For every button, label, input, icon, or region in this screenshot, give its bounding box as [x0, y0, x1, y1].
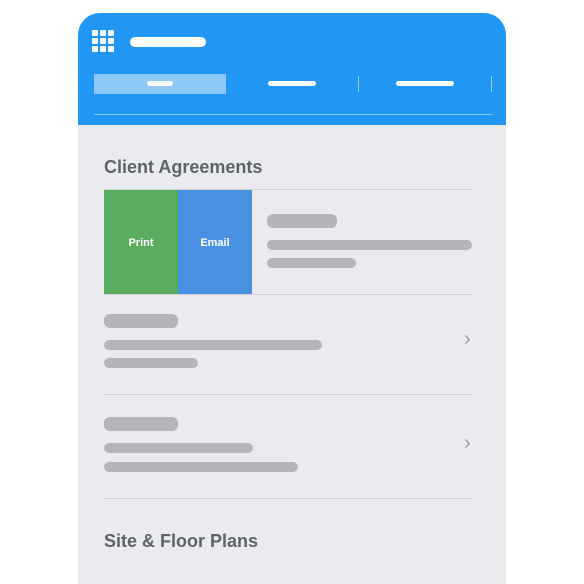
tab-bar: [94, 74, 492, 94]
tab-separator: [491, 76, 492, 92]
tab-3[interactable]: [359, 74, 491, 94]
app-header: [78, 13, 506, 125]
tab-3-label-placeholder: [396, 81, 454, 86]
divider: [104, 498, 472, 499]
header-divider: [94, 114, 492, 115]
email-button[interactable]: Email: [178, 190, 252, 295]
grid-menu-icon[interactable]: [92, 30, 114, 52]
app-frame: Client Agreements Print Email › › Site &…: [78, 13, 506, 584]
item-title-placeholder: [267, 214, 337, 228]
item-line-placeholder: [267, 240, 472, 250]
item-line-placeholder: [104, 462, 298, 472]
email-button-label: Email: [200, 236, 230, 249]
chevron-right-icon[interactable]: ›: [464, 329, 471, 349]
item-line-placeholder: [267, 258, 356, 268]
print-button-label: Print: [128, 236, 154, 249]
item-line-placeholder: [104, 358, 198, 368]
tab-2[interactable]: [226, 74, 358, 94]
item-line-placeholder: [104, 443, 253, 453]
item-title-placeholder: [104, 417, 178, 431]
list-item[interactable]: ›: [104, 295, 472, 395]
section-title-client-agreements: Client Agreements: [104, 157, 263, 177]
print-button[interactable]: Print: [104, 190, 178, 295]
section-title-site-floor-plans: Site & Floor Plans: [104, 531, 259, 551]
list-item-swiped[interactable]: Print Email: [104, 190, 472, 295]
item-title-placeholder: [104, 314, 178, 328]
tab-1-label-placeholder: [147, 81, 173, 86]
list-item[interactable]: ›: [104, 395, 472, 498]
tab-2-label-placeholder: [268, 81, 316, 86]
tab-1[interactable]: [94, 74, 226, 94]
chevron-right-icon[interactable]: ›: [464, 433, 471, 453]
item-line-placeholder: [104, 340, 322, 350]
app-title-placeholder: [130, 37, 206, 47]
